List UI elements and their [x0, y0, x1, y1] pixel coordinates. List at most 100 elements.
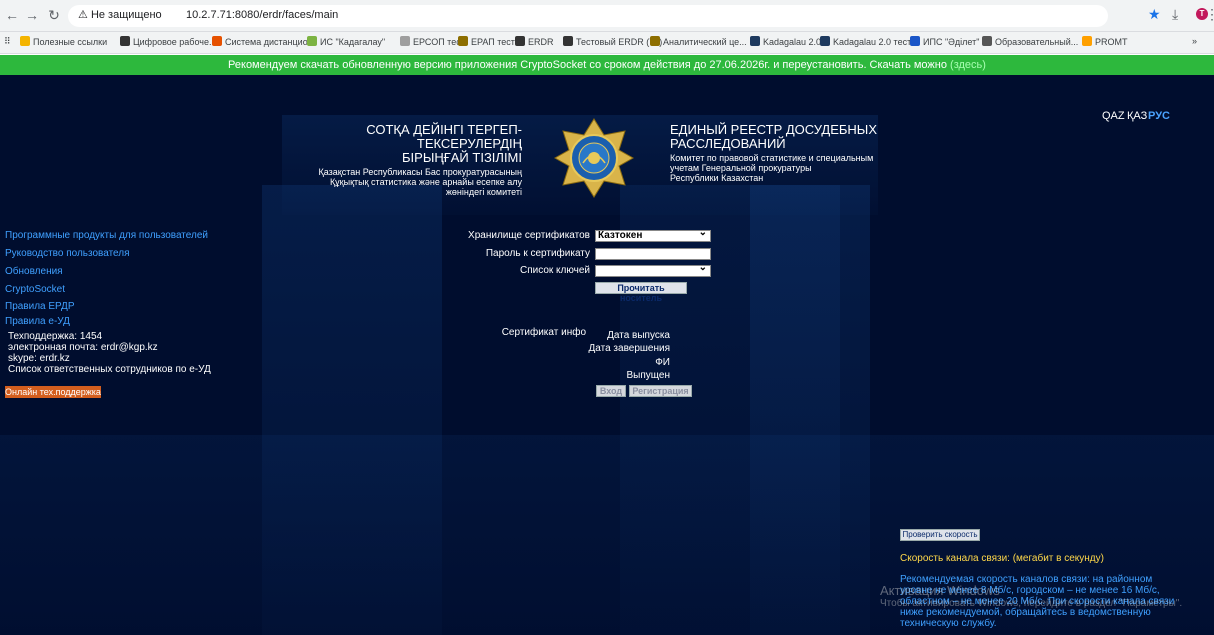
bookmark-item[interactable]: Система дистанцио...	[212, 36, 315, 47]
bookmark-item[interactable]: Kadagalau 2.0	[750, 36, 821, 47]
update-banner: Рекомендуем скачать обновленную версию п…	[0, 55, 1214, 75]
bookmark-label: ИПС "Әділет"	[923, 37, 980, 47]
cert-store-value: Казтокен	[598, 230, 643, 241]
bookmark-item[interactable]: Полезные ссылки	[20, 36, 107, 47]
cert-store-label: Хранилище сертификатов	[468, 230, 590, 241]
cert-password-label: Пароль к сертификату	[485, 248, 590, 259]
keys-list-select[interactable]	[595, 263, 711, 277]
main-content: QAZ ҚАЗ РУС СОТҚА ДЕЙІНГІ ТЕРГЕП-ТЕКСЕРУ…	[0, 75, 1214, 635]
cert-end-date-label: Дата завершения	[588, 343, 671, 354]
windows-activation-text: Чтобы активировать Windows, перейдите в …	[880, 598, 1183, 609]
address-bar[interactable]: ⚠ Не защищено 10.2.7.71:8080/erdr/faces/…	[68, 5, 1108, 27]
kz-subtitle-line1: Қазақстан Республикасы Бас прокуратурасы…	[318, 167, 523, 177]
bookmark-favicon-icon	[820, 36, 830, 46]
cert-issue-date-label: Дата выпуска	[607, 330, 670, 341]
apps-icon[interactable]: ⠿	[4, 36, 11, 47]
bookmark-item[interactable]: Тестовый ERDR (71)	[563, 36, 662, 47]
bookmark-label: ERDR	[528, 37, 554, 47]
bookmark-label: Kadagalau 2.0	[763, 37, 822, 47]
ru-subtitle-line3: Республики Казахстан	[670, 173, 764, 183]
ru-title-line1: ЕДИНЫЙ РЕЕСТР ДОСУДЕБНЫХ	[670, 122, 877, 137]
bookmark-item[interactable]: ИПС "Әділет"	[910, 36, 979, 47]
bookmark-label: Полезные ссылки	[33, 37, 108, 47]
bookmark-item[interactable]: Цифровое рабоче...	[120, 36, 216, 47]
bookmark-favicon-icon	[910, 36, 920, 46]
kz-title-line1: СОТҚА ДЕЙІНГІ ТЕРГЕП-ТЕКСЕРУЛЕРДІҢ	[366, 122, 522, 151]
lang-kaz[interactable]: ҚАЗ	[1127, 110, 1147, 122]
kz-subtitle-line2: Құқықтық статистика және арнайы есепке а…	[329, 177, 522, 187]
staff-list: Список ответственных сотрудников по е-УД	[8, 364, 211, 375]
bookmark-label: Система дистанцио...	[225, 37, 316, 47]
cert-issued-label: Выпущен	[626, 370, 670, 381]
keys-list-label: Список ключей	[519, 265, 590, 276]
support-phone: Техподдержка: 1454	[8, 331, 103, 342]
bookmark-label: Kadagalau 2.0 тест	[833, 37, 912, 47]
bookmark-item[interactable]: Kadagalau 2.0 тест	[820, 36, 911, 47]
back-icon[interactable]: ←	[4, 7, 20, 23]
bookmark-favicon-icon	[212, 36, 222, 46]
header-kz: СОТҚА ДЕЙІНГІ ТЕРГЕП-ТЕКСЕРУЛЕРДІҢ БІРЫҢ…	[296, 122, 523, 198]
bookmark-favicon-icon	[20, 36, 30, 46]
bookmark-item[interactable]: PROMT	[1082, 36, 1128, 47]
link-eud-rules[interactable]: Правила е-УД	[5, 316, 70, 327]
cert-password-input[interactable]	[595, 248, 711, 260]
browser-toolbar: ← → ↻ ⚠ Не защищено 10.2.7.71:8080/erdr/…	[0, 0, 1214, 32]
bookmark-item[interactable]: ЕРСОП тест	[400, 36, 465, 47]
bookmark-label: Образовательный...	[995, 37, 1079, 47]
lang-qaz[interactable]: QAZ	[1102, 110, 1125, 122]
bookmark-favicon-icon	[515, 36, 525, 46]
reload-icon[interactable]: ↻	[46, 7, 62, 23]
lang-rus[interactable]: РУС	[1148, 110, 1170, 122]
link-cryptosocket[interactable]: CryptoSocket	[5, 284, 65, 295]
link-software-products[interactable]: Программные продукты для пользователей	[5, 230, 208, 241]
ru-title-line2: РАССЛЕДОВАНИЙ	[670, 136, 786, 151]
bookmark-favicon-icon	[650, 36, 660, 46]
forward-icon[interactable]: →	[24, 7, 40, 23]
url-text: 10.2.7.71:8080/erdr/faces/main	[186, 9, 339, 21]
bookmark-favicon-icon	[563, 36, 573, 46]
banner-download-link[interactable]: (здесь)	[950, 59, 986, 71]
check-speed-button[interactable]: Проверить скорость	[900, 529, 980, 541]
bookmark-label: Цифровое рабоче...	[133, 37, 217, 47]
kz-subtitle-line3: жөніндегі комитеті	[445, 187, 522, 197]
ru-subtitle-line2: учетам Генеральной прокуратуры	[670, 163, 812, 173]
bookmark-favicon-icon	[400, 36, 410, 46]
bookmark-favicon-icon	[120, 36, 130, 46]
bookmark-item[interactable]: Аналитический це...	[650, 36, 747, 47]
cert-store-select[interactable]: Казтокен	[595, 228, 711, 242]
kz-title-line2: БІРЫҢҒАЙ ТІЗІЛІМІ	[402, 150, 522, 165]
support-email: электронная почта: erdr@kgp.kz	[8, 342, 158, 353]
bookmark-star-icon[interactable]: ★	[1148, 6, 1161, 23]
browser-menu-icon[interactable]: ⋮	[1205, 6, 1214, 23]
bookmark-label: ЕРАП тест	[471, 37, 515, 47]
banner-text: Рекомендуем скачать обновленную версию п…	[228, 59, 947, 71]
security-warning[interactable]: ⚠ Не защищено	[78, 8, 162, 21]
register-button[interactable]: Регистрация	[629, 385, 692, 397]
more-bookmarks-icon[interactable]: »	[1192, 36, 1197, 46]
warning-icon: ⚠	[78, 9, 88, 21]
support-skype: skype: erdr.kz	[8, 353, 70, 364]
bookmark-item[interactable]: ERDR	[515, 36, 554, 47]
bookmark-favicon-icon	[458, 36, 468, 46]
bookmark-favicon-icon	[750, 36, 760, 46]
link-user-guide[interactable]: Руководство пользователя	[5, 248, 130, 259]
login-button[interactable]: Вход	[596, 385, 626, 397]
bookmark-item[interactable]: ИС "Кадагалау"	[307, 36, 385, 47]
bookmark-item[interactable]: ЕРАП тест	[458, 36, 515, 47]
read-media-button[interactable]: Прочитать носитель	[595, 282, 687, 303]
bookmark-label: ИС "Кадагалау"	[320, 37, 386, 47]
bookmark-favicon-icon	[1082, 36, 1092, 46]
bookmarks-bar: ⠿ Полезные ссылки Цифровое рабоче... Систе…	[0, 32, 1214, 54]
bookmark-label: PROMT	[1095, 37, 1128, 47]
download-icon[interactable]: ⤓	[1172, 6, 1178, 23]
cert-fio-label: ФИ	[655, 357, 670, 368]
link-updates[interactable]: Обновления	[5, 266, 63, 277]
bookmark-item[interactable]: Образовательный...	[982, 36, 1078, 47]
online-support-button[interactable]: Онлайн тех.поддержка	[5, 386, 101, 398]
channel-speed-label: Скорость канала связи: (мегабит в секунд…	[900, 553, 1104, 564]
bookmark-favicon-icon	[982, 36, 992, 46]
link-erdr-rules[interactable]: Правила ЕРДР	[5, 301, 75, 312]
security-label: Не защищено	[90, 9, 162, 21]
prosecutor-emblem-logo	[553, 118, 635, 198]
ru-subtitle-line1: Комитет по правовой статистике и специал…	[670, 153, 874, 163]
